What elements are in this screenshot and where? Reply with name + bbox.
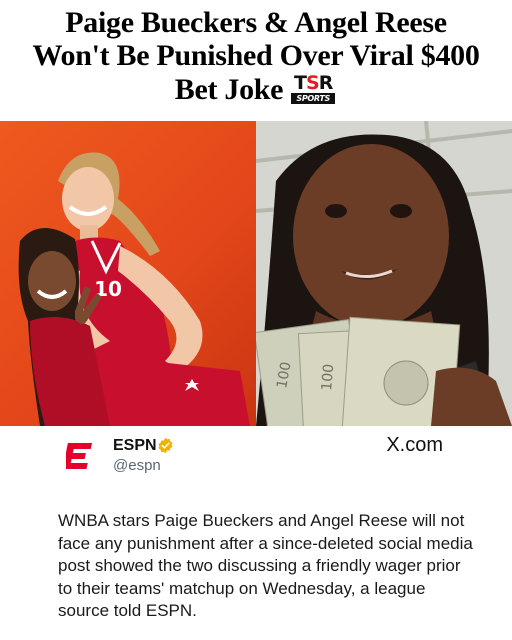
account-handle[interactable]: @espn xyxy=(113,457,161,474)
selfie-photo: 100 100 xyxy=(256,121,512,426)
players-illustration: 10 xyxy=(18,152,250,426)
source-site-label: X.com xyxy=(386,434,443,456)
account-name[interactable]: ESPN xyxy=(113,437,157,455)
svg-text:100: 100 xyxy=(319,363,337,391)
photo-collage: 10 100 100 xyxy=(0,121,512,426)
headline: Paige Bueckers & Angel Reese Won't Be Pu… xyxy=(0,6,512,106)
headline-line-1: Paige Bueckers & Angel Reese xyxy=(65,6,447,39)
headline-line-3: Bet Joke xyxy=(174,72,284,106)
selfie-illustration: 100 100 xyxy=(256,121,512,426)
tsr-mark: TSR xyxy=(294,72,333,94)
players-photo: 10 xyxy=(0,121,256,426)
tsr-sports-logo: TSR SPORTS xyxy=(289,72,337,106)
espn-logo-icon xyxy=(66,443,92,469)
tweet-text: WNBA stars Paige Bueckers and Angel Rees… xyxy=(58,511,473,620)
cash-bills: 100 100 xyxy=(256,316,461,426)
headline-line-2: Won't Be Punished Over Viral $400 xyxy=(32,39,480,72)
tsr-subtitle: SPORTS xyxy=(291,93,336,104)
verified-badge-icon xyxy=(158,437,173,454)
